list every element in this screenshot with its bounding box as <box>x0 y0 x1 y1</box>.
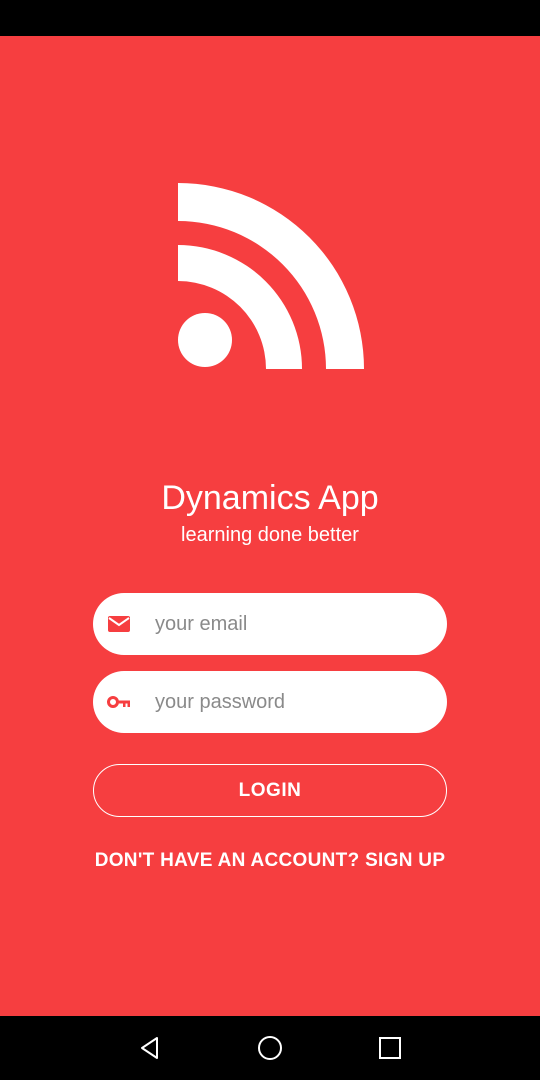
email-input[interactable] <box>155 593 427 655</box>
back-button[interactable] <box>136 1034 164 1062</box>
app-title: Dynamics App <box>161 479 379 517</box>
recent-apps-button[interactable] <box>376 1034 404 1062</box>
recent-square-icon <box>379 1037 401 1059</box>
email-icon <box>107 612 131 636</box>
home-circle-icon <box>258 1036 282 1060</box>
back-triangle-icon <box>141 1037 158 1059</box>
login-button[interactable]: LOGIN <box>93 764 447 817</box>
home-button[interactable] <box>256 1034 284 1062</box>
rss-logo-icon <box>178 183 364 369</box>
status-bar <box>0 0 540 36</box>
signup-link[interactable]: DON'T HAVE AN ACCOUNT? SIGN UP <box>0 850 540 872</box>
password-input[interactable] <box>155 671 427 733</box>
key-icon <box>107 690 131 714</box>
login-screen: Dynamics App learning done better your e… <box>0 36 540 1016</box>
navigation-bar <box>0 1016 540 1080</box>
app-subtitle: learning done better <box>181 524 359 546</box>
app-screen: Dynamics App learning done better your e… <box>0 0 540 1080</box>
email-field-container[interactable] <box>93 593 447 655</box>
password-field-container[interactable] <box>93 671 447 733</box>
